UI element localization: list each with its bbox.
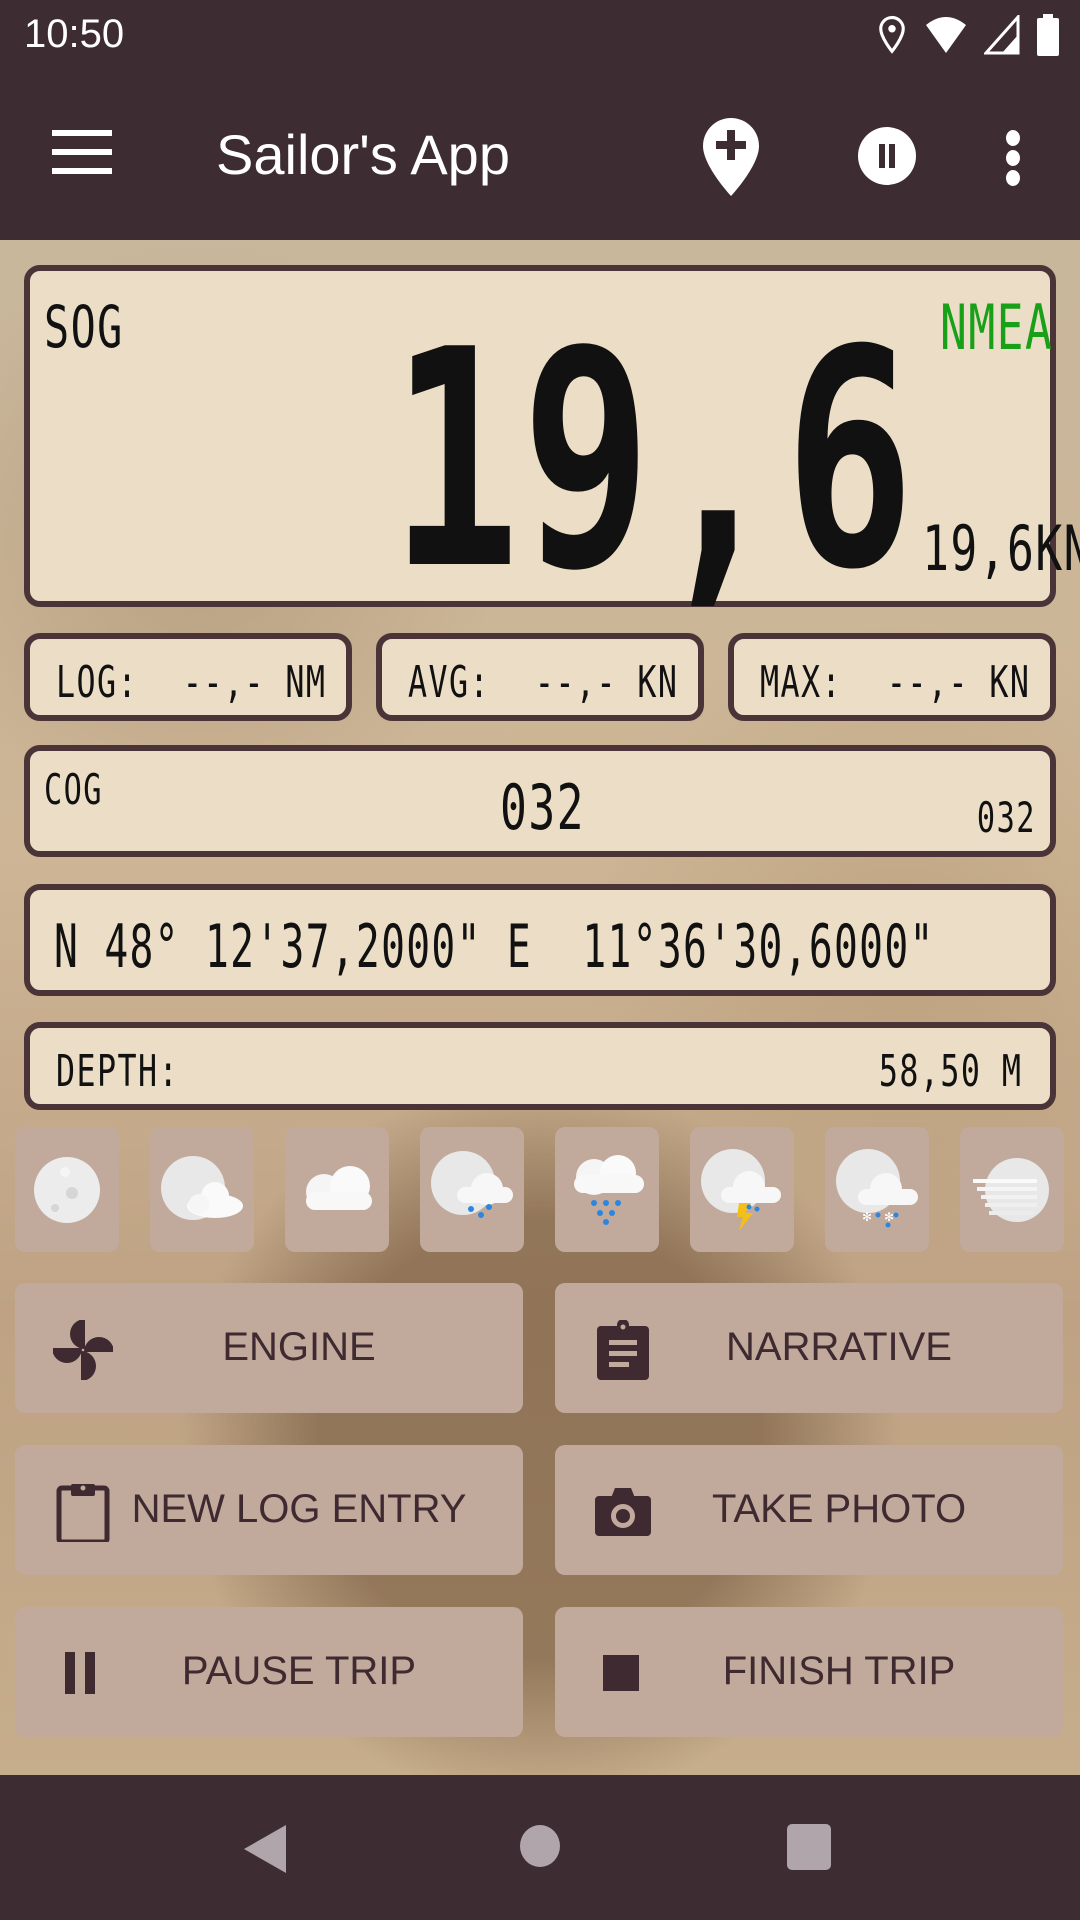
recents-icon[interactable] bbox=[786, 1823, 832, 1871]
sog-sub-value: 19,6KN bbox=[922, 512, 1080, 585]
log-value: --,- NM bbox=[182, 657, 326, 708]
pause-trip-label: PAUSE TRIP bbox=[181, 1649, 417, 1693]
weather-sleet-night-button[interactable]: ✻ ✻ bbox=[825, 1127, 929, 1252]
finish-trip-label: FINISH TRIP bbox=[722, 1649, 956, 1693]
menu-icon bbox=[52, 130, 112, 136]
app-title: Sailor's App bbox=[216, 123, 510, 186]
rain-icon bbox=[574, 1154, 644, 1225]
max-panel[interactable]: MAX: --,- KN bbox=[728, 633, 1056, 721]
cloud-icon bbox=[306, 1165, 372, 1210]
dashboard: SOG NMEA 19,6 19,6KN LOG: --,- NM AVG: -… bbox=[0, 240, 1080, 1775]
weather-fog-night-button[interactable] bbox=[960, 1127, 1064, 1252]
new-log-entry-button[interactable]: NEW LOG ENTRY bbox=[15, 1445, 523, 1575]
more-vert-icon[interactable] bbox=[1000, 130, 1026, 186]
wifi-icon bbox=[926, 17, 966, 53]
weather-partly-cloudy-night-button[interactable] bbox=[150, 1127, 254, 1252]
status-icons bbox=[876, 14, 1060, 56]
sog-panel[interactable]: SOG NMEA 19,6 19,6KN bbox=[24, 265, 1080, 611]
moon-thunder-icon bbox=[701, 1148, 781, 1231]
home-icon[interactable] bbox=[518, 1823, 562, 1869]
log-panel[interactable]: LOG: --,- NM bbox=[24, 633, 352, 721]
moon-icon bbox=[34, 1156, 100, 1223]
avg-value: --,- KN bbox=[534, 657, 678, 708]
weather-clear-night-button[interactable] bbox=[15, 1127, 119, 1252]
moon-cloud-icon bbox=[161, 1155, 243, 1220]
signal-icon bbox=[984, 15, 1020, 55]
app-bar: Sailor's App bbox=[0, 72, 1080, 240]
pause-trip-button[interactable]: PAUSE TRIP bbox=[15, 1607, 523, 1737]
take-photo-button[interactable]: TAKE PHOTO bbox=[555, 1445, 1063, 1575]
weather-light-rain-night-button[interactable] bbox=[420, 1127, 524, 1252]
sog-label: SOG bbox=[44, 293, 124, 361]
pause-circle-icon[interactable] bbox=[857, 126, 917, 186]
status-time: 10:50 bbox=[24, 12, 125, 56]
location-icon bbox=[879, 15, 905, 54]
weather-cloudy-button[interactable] bbox=[285, 1127, 389, 1252]
position-value: N 48° 12'37,2000" E 11°36'30,6000" bbox=[54, 912, 935, 982]
add-location-icon[interactable] bbox=[700, 116, 762, 198]
depth-panel[interactable]: DEPTH: 58,50 M bbox=[24, 1022, 1056, 1110]
battery-icon bbox=[1037, 14, 1059, 56]
cog-panel[interactable]: COG 032 032 bbox=[24, 745, 1056, 857]
weather-thunderstorm-night-button[interactable] bbox=[690, 1127, 794, 1252]
moon-fog-icon bbox=[973, 1157, 1049, 1222]
cog-value: 032 bbox=[500, 771, 585, 844]
status-bar: 10:50 bbox=[0, 0, 1080, 72]
sog-value: 19,6 bbox=[390, 286, 916, 635]
take-photo-label: TAKE PHOTO bbox=[711, 1487, 967, 1531]
narrative-button[interactable]: NARRATIVE bbox=[555, 1283, 1063, 1413]
svg-text:✻: ✻ bbox=[862, 1210, 872, 1224]
cog-sub-value: 032 bbox=[977, 793, 1036, 842]
max-value: --,- KN bbox=[886, 657, 1030, 708]
narrative-label: NARRATIVE bbox=[726, 1325, 952, 1369]
svg-text:✻: ✻ bbox=[884, 1210, 894, 1224]
menu-button[interactable] bbox=[52, 130, 112, 180]
cog-label: COG bbox=[44, 765, 103, 814]
navigation-bar bbox=[0, 1775, 1080, 1920]
avg-panel[interactable]: AVG: --,- KN bbox=[376, 633, 704, 721]
engine-button[interactable]: ENGINE bbox=[15, 1283, 523, 1413]
position-panel[interactable]: N 48° 12'37,2000" E 11°36'30,6000" bbox=[24, 884, 1056, 996]
weather-rain-button[interactable] bbox=[555, 1127, 659, 1252]
finish-trip-button[interactable]: FINISH TRIP bbox=[555, 1607, 1063, 1737]
moon-sleet-icon: ✻ ✻ bbox=[836, 1148, 918, 1227]
depth-value: 58,50 M bbox=[878, 1046, 1022, 1097]
new-log-entry-label: NEW LOG ENTRY bbox=[131, 1487, 467, 1531]
moon-rain-icon bbox=[431, 1150, 513, 1218]
back-icon[interactable] bbox=[240, 1823, 290, 1875]
depth-label: DEPTH: bbox=[56, 1046, 180, 1097]
engine-label: ENGINE bbox=[222, 1325, 376, 1369]
